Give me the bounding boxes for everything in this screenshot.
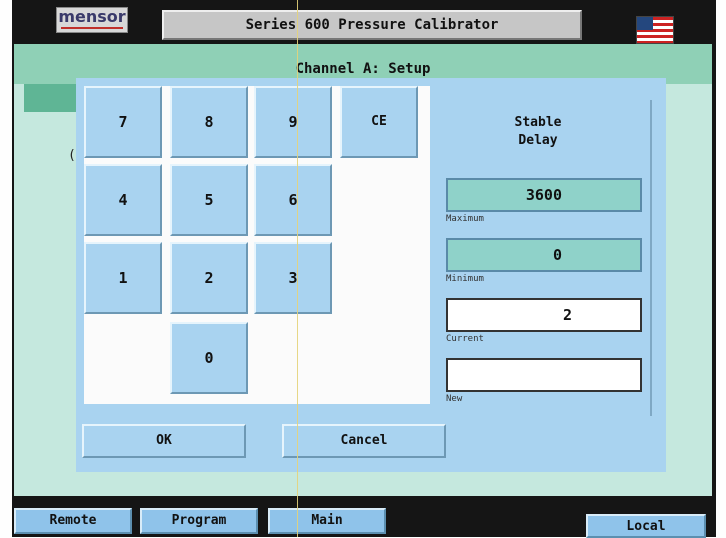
bottom-nav-bar: Remote Program Main Local xyxy=(12,496,716,538)
setting-title-line1: Stable xyxy=(514,115,562,130)
key-clear-entry[interactable]: CE xyxy=(340,86,418,158)
minimum-field: 0 xyxy=(446,238,642,272)
app-title: Series 600 Pressure Calibrator xyxy=(162,10,582,40)
minimum-value: 0 xyxy=(552,246,562,264)
key-7[interactable]: 7 xyxy=(84,86,162,158)
remote-button[interactable]: Remote xyxy=(14,508,132,534)
key-3[interactable]: 3 xyxy=(254,242,332,314)
screen-glare-line xyxy=(297,0,298,537)
key-0[interactable]: 0 xyxy=(170,322,248,394)
key-1[interactable]: 1 xyxy=(84,242,162,314)
setting-title: Stable Delay xyxy=(436,114,640,150)
cancel-button[interactable]: Cancel xyxy=(282,424,446,458)
key-8[interactable]: 8 xyxy=(170,86,248,158)
calibrator-screen: mensor Series 600 Pressure Calibrator Ch… xyxy=(12,0,716,538)
ok-button[interactable]: OK xyxy=(82,424,246,458)
current-value: 2 xyxy=(562,306,572,324)
us-flag-icon[interactable] xyxy=(636,16,674,44)
maximum-field: 3600 xyxy=(446,178,642,212)
key-4[interactable]: 4 xyxy=(84,164,162,236)
key-5[interactable]: 5 xyxy=(170,164,248,236)
brand-text: mensor xyxy=(58,7,126,26)
maximum-value: 3600 xyxy=(525,186,562,204)
program-button[interactable]: Program xyxy=(140,508,258,534)
title-bar: mensor Series 600 Pressure Calibrator xyxy=(12,0,716,44)
mensor-logo: mensor xyxy=(56,7,128,33)
maximum-label: Maximum xyxy=(446,214,484,224)
background-tab xyxy=(24,84,84,112)
key-9[interactable]: 9 xyxy=(254,86,332,158)
new-value-input[interactable] xyxy=(446,358,642,392)
local-button[interactable]: Local xyxy=(586,514,706,538)
current-field: 2 xyxy=(446,298,642,332)
keypad: 7 8 9 CE 4 5 6 1 2 3 0 xyxy=(84,86,430,404)
current-label: Current xyxy=(446,334,484,344)
setting-panel: Stable Delay 3600 Maximum 0 Minimum 2 Cu… xyxy=(436,100,652,416)
minimum-label: Minimum xyxy=(446,274,484,284)
new-label: New xyxy=(446,394,463,404)
setting-title-line2: Delay xyxy=(518,133,558,148)
key-2[interactable]: 2 xyxy=(170,242,248,314)
background-text: ( xyxy=(68,148,76,163)
numeric-entry-dialog: 7 8 9 CE 4 5 6 1 2 3 0 Stable Delay 3600… xyxy=(76,78,666,472)
main-button[interactable]: Main xyxy=(268,508,386,534)
key-6[interactable]: 6 xyxy=(254,164,332,236)
